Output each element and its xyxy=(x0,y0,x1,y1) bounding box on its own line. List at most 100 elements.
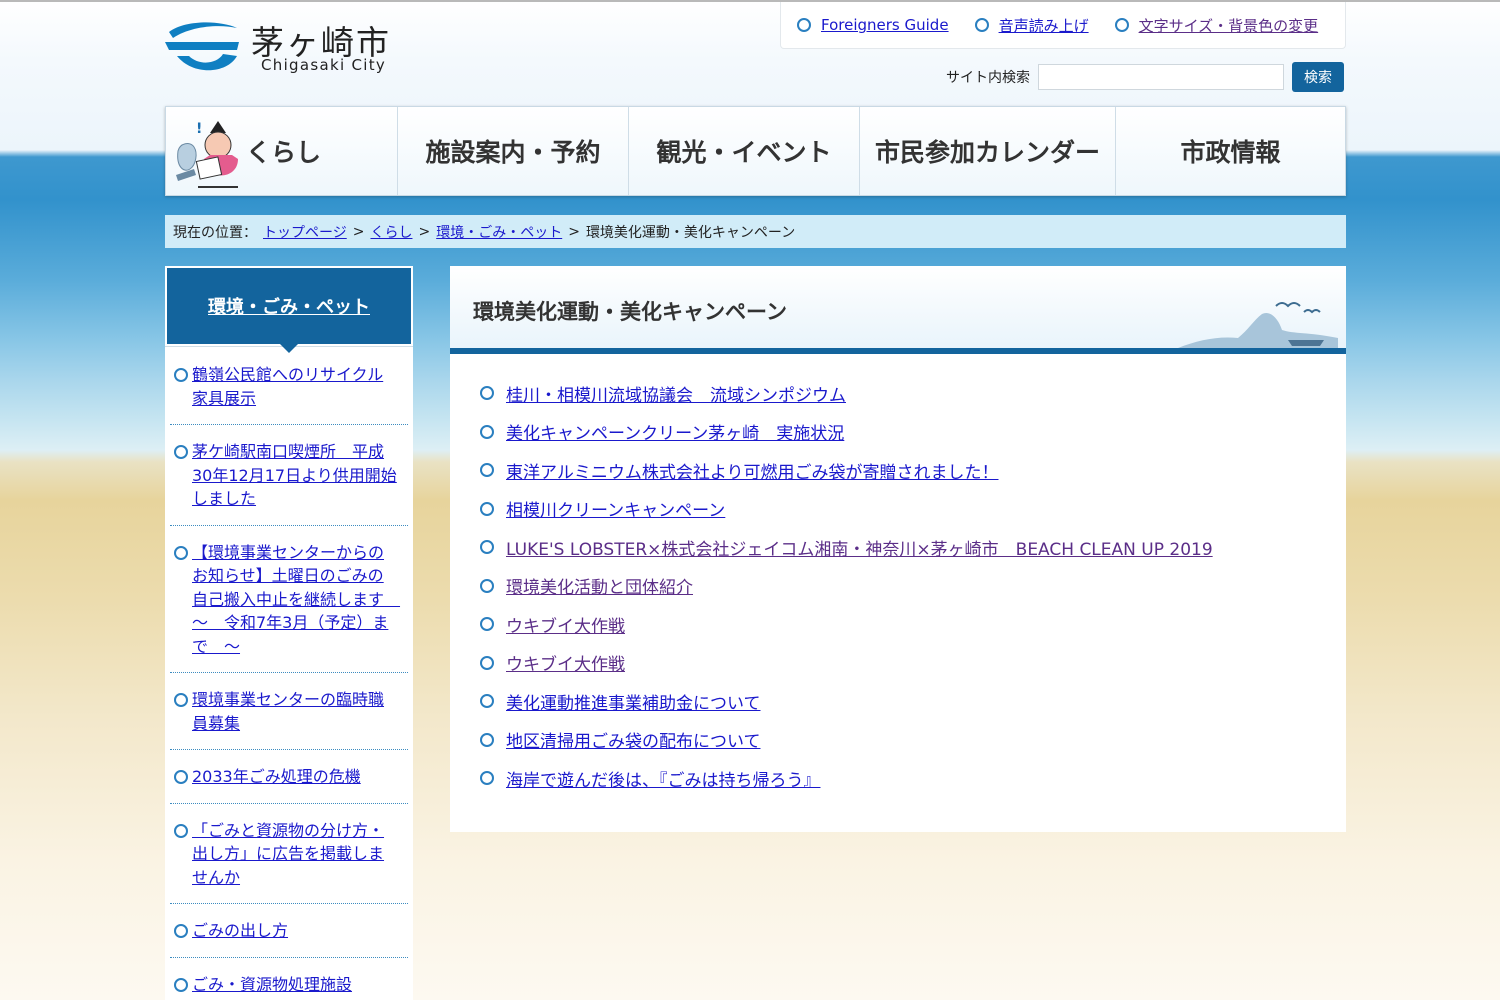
search-input[interactable] xyxy=(1038,64,1284,90)
main-list-item: LUKE'S LOBSTER×株式会社ジェイコム湘南・神奈川×茅ヶ崎市 BEAC… xyxy=(480,528,1346,567)
nav-item-label: 市政情報 xyxy=(1180,138,1281,167)
ring-bullet-icon xyxy=(174,770,188,784)
breadcrumb-link-top[interactable]: トップページ xyxy=(263,222,347,242)
ring-bullet-icon xyxy=(480,540,494,555)
nav-item-label: 観光・イベント xyxy=(656,138,832,167)
search-button[interactable]: 検索 xyxy=(1292,62,1344,92)
sidebar-heading: 環境・ごみ・ペット xyxy=(165,266,413,353)
nav-item-label: 市民参加カレンダー xyxy=(874,138,1100,167)
main-list-link[interactable]: ウキブイ大作戦 xyxy=(506,650,625,675)
main-list-item: 美化運動推進事業補助金について xyxy=(480,682,1346,721)
sidebar-item-link[interactable]: 【環境事業センターからのお知らせ】土曜日のごみの自己搬入中止を継続します ～ 令… xyxy=(192,541,400,659)
foreigners-guide-link[interactable]: Foreigners Guide xyxy=(797,16,949,34)
main-list-link[interactable]: 桂川・相模川流域協議会 流域シンポジウム xyxy=(506,381,846,406)
utility-links: Foreigners Guide 音声読み上げ 文字サイズ・背景色の変更 xyxy=(780,2,1346,49)
ring-bullet-icon xyxy=(797,18,811,32)
breadcrumb-link-kurashi[interactable]: くらし xyxy=(370,222,412,242)
ring-bullet-icon xyxy=(174,823,188,838)
main-list-link[interactable]: 東洋アルミニウム株式会社より可燃用ごみ袋が寄贈されました！ xyxy=(506,458,999,483)
ring-bullet-icon xyxy=(480,694,494,709)
ring-bullet-icon xyxy=(174,445,188,459)
ring-bullet-icon xyxy=(480,732,494,747)
sidebar-item: ごみの出し方 xyxy=(170,904,408,958)
sidebar-list: 鶴嶺公民館へのリサイクル家具展示 茅ケ崎駅南口喫煙所 平成30年12月17日より… xyxy=(165,346,413,1000)
sidebar-item-link[interactable]: 鶴嶺公民館へのリサイクル家具展示 xyxy=(192,363,398,410)
mascot-reading-icon: ! xyxy=(176,121,238,188)
ring-bullet-icon xyxy=(480,655,494,670)
city-name-en: Chigasaki City xyxy=(261,56,387,74)
text-size-color-link[interactable]: 文字サイズ・背景色の変更 xyxy=(1114,15,1319,36)
sidebar-item: 2033年ごみ処理の危機 xyxy=(170,750,408,804)
ring-bullet-icon xyxy=(174,693,188,707)
main-list-item: 美化キャンペーンクリーン茅ヶ崎 実施状況 xyxy=(480,413,1346,452)
main-list-link[interactable]: 相模川クリーンキャンペーン xyxy=(506,496,725,521)
utility-link-label[interactable]: Foreigners Guide xyxy=(821,16,949,34)
nav-item-calendar[interactable]: 市民参加カレンダー xyxy=(860,107,1116,195)
chigasaki-wave-logo-icon xyxy=(165,22,239,71)
main-list-item: 環境美化活動と団体紹介 xyxy=(480,567,1346,606)
sidebar-item-link[interactable]: 茅ケ崎駅南口喫煙所 平成30年12月17日より供用開始しました xyxy=(192,440,398,511)
sidebar-item: 【環境事業センターからのお知らせ】土曜日のごみの自己搬入中止を継続します ～ 令… xyxy=(170,526,408,673)
main-list-item: 東洋アルミニウム株式会社より可燃用ごみ袋が寄贈されました！ xyxy=(480,451,1346,490)
main-list-item: 桂川・相模川流域協議会 流域シンポジウム xyxy=(480,374,1346,413)
page-title: 環境美化運動・美化キャンペーン xyxy=(473,300,787,324)
ring-bullet-icon xyxy=(480,386,494,401)
main-list-item: ウキブイ大作戦 xyxy=(480,605,1346,644)
breadcrumb: 現在の位置： トップページ > くらし > 環境・ごみ・ペット > 環境美化運動… xyxy=(165,215,1346,248)
nav-item-tourism[interactable]: 観光・イベント xyxy=(629,107,860,195)
main-list-link[interactable]: 環境美化活動と団体紹介 xyxy=(506,573,693,598)
nav-item-label: くらし xyxy=(246,138,322,167)
sidebar-heading-link[interactable]: 環境・ごみ・ペット xyxy=(208,293,370,319)
main-link-list: 桂川・相模川流域協議会 流域シンポジウム 美化キャンペーンクリーン茅ヶ崎 実施状況… xyxy=(450,354,1346,798)
main-list-link[interactable]: LUKE'S LOBSTER×株式会社ジェイコム湘南・神奈川×茅ヶ崎市 BEAC… xyxy=(506,535,1213,560)
sidebar-item: 「ごみと資源物の分け方・出し方」に広告を掲載しませんか xyxy=(170,804,408,904)
main-list-link[interactable]: ウキブイ大作戦 xyxy=(506,612,625,637)
breadcrumb-current: 環境美化運動・美化キャンペーン xyxy=(585,224,796,241)
main-list-link[interactable]: 美化キャンペーンクリーン茅ヶ崎 実施状況 xyxy=(506,419,844,444)
utility-link-label[interactable]: 音声読み上げ xyxy=(999,15,1089,36)
ring-bullet-icon xyxy=(480,424,494,439)
utility-link-label[interactable]: 文字サイズ・背景色の変更 xyxy=(1139,15,1319,36)
svg-text:!: ! xyxy=(196,121,202,137)
breadcrumb-separator: > xyxy=(352,223,365,240)
breadcrumb-separator: > xyxy=(568,223,580,240)
main-list-link[interactable]: 地区清掃用ごみ袋の配布について xyxy=(506,727,761,752)
speech-reader-link[interactable]: 音声読み上げ xyxy=(974,15,1089,36)
ring-bullet-icon xyxy=(480,501,494,516)
main-list-item: 相模川クリーンキャンペーン xyxy=(480,490,1346,529)
main-list-item: ウキブイ大作戦 xyxy=(480,644,1346,683)
ring-bullet-icon xyxy=(174,545,188,560)
sidebar-item-link[interactable]: ごみの出し方 xyxy=(192,919,288,943)
search-label: サイト内検索 xyxy=(946,70,1030,86)
breadcrumb-prefix: 現在の位置： xyxy=(173,224,257,241)
main-list-link[interactable]: 海岸で遊んだ後は、『ごみは持ち帰ろう』 xyxy=(506,766,821,791)
ring-bullet-icon xyxy=(480,617,494,632)
nav-item-facilities[interactable]: 施設案内・予約 xyxy=(398,107,629,195)
ring-bullet-icon xyxy=(1114,18,1129,32)
sidebar-item-link[interactable]: ごみ・資源物処理施設 xyxy=(192,973,352,997)
ring-bullet-icon xyxy=(480,578,494,593)
nav-item-city-info[interactable]: 市政情報 xyxy=(1116,107,1345,195)
nav-item-kurashi[interactable]: ! くらし xyxy=(166,107,398,195)
breadcrumb-separator: > xyxy=(418,223,431,240)
global-nav: ! くらし 施設案内・予約 観光・イベント 市民参加カレンダー 市政情報 xyxy=(165,106,1346,196)
main-heading-bar: 環境美化運動・美化キャンペーン xyxy=(450,266,1346,354)
site-logo[interactable]: 茅ヶ崎市 Chigasaki City xyxy=(163,16,403,80)
sidebar-item: 鶴嶺公民館へのリサイクル家具展示 xyxy=(170,346,408,425)
breadcrumb-link-environment[interactable]: 環境・ごみ・ペット xyxy=(436,222,562,242)
ring-bullet-icon xyxy=(480,463,494,478)
ring-bullet-icon xyxy=(174,368,188,382)
ring-bullet-icon xyxy=(480,771,494,786)
main-list-item: 海岸で遊んだ後は、『ごみは持ち帰ろう』 xyxy=(480,759,1346,798)
ring-bullet-icon xyxy=(174,924,188,938)
ring-bullet-icon xyxy=(174,977,188,992)
main-list-link[interactable]: 美化運動推進事業補助金について xyxy=(506,689,761,714)
sidebar-item-link[interactable]: 「ごみと資源物の分け方・出し方」に広告を掲載しませんか xyxy=(192,819,398,890)
sidebar-item-link[interactable]: 環境事業センターの臨時職員募集 xyxy=(192,688,398,735)
ring-bullet-icon xyxy=(974,18,989,32)
sidebar: 環境・ごみ・ペット 鶴嶺公民館へのリサイクル家具展示 茅ケ崎駅南口喫煙所 平成3… xyxy=(165,266,413,1000)
sidebar-item-link[interactable]: 2033年ごみ処理の危機 xyxy=(192,765,361,789)
nav-item-label: 施設案内・予約 xyxy=(425,138,601,167)
main-content: 環境美化運動・美化キャンペーン 桂川・相模川流域協議会 流域シンポジウム 美化キャ… xyxy=(450,266,1346,832)
site-search: サイト内検索 検索 xyxy=(946,62,1344,92)
